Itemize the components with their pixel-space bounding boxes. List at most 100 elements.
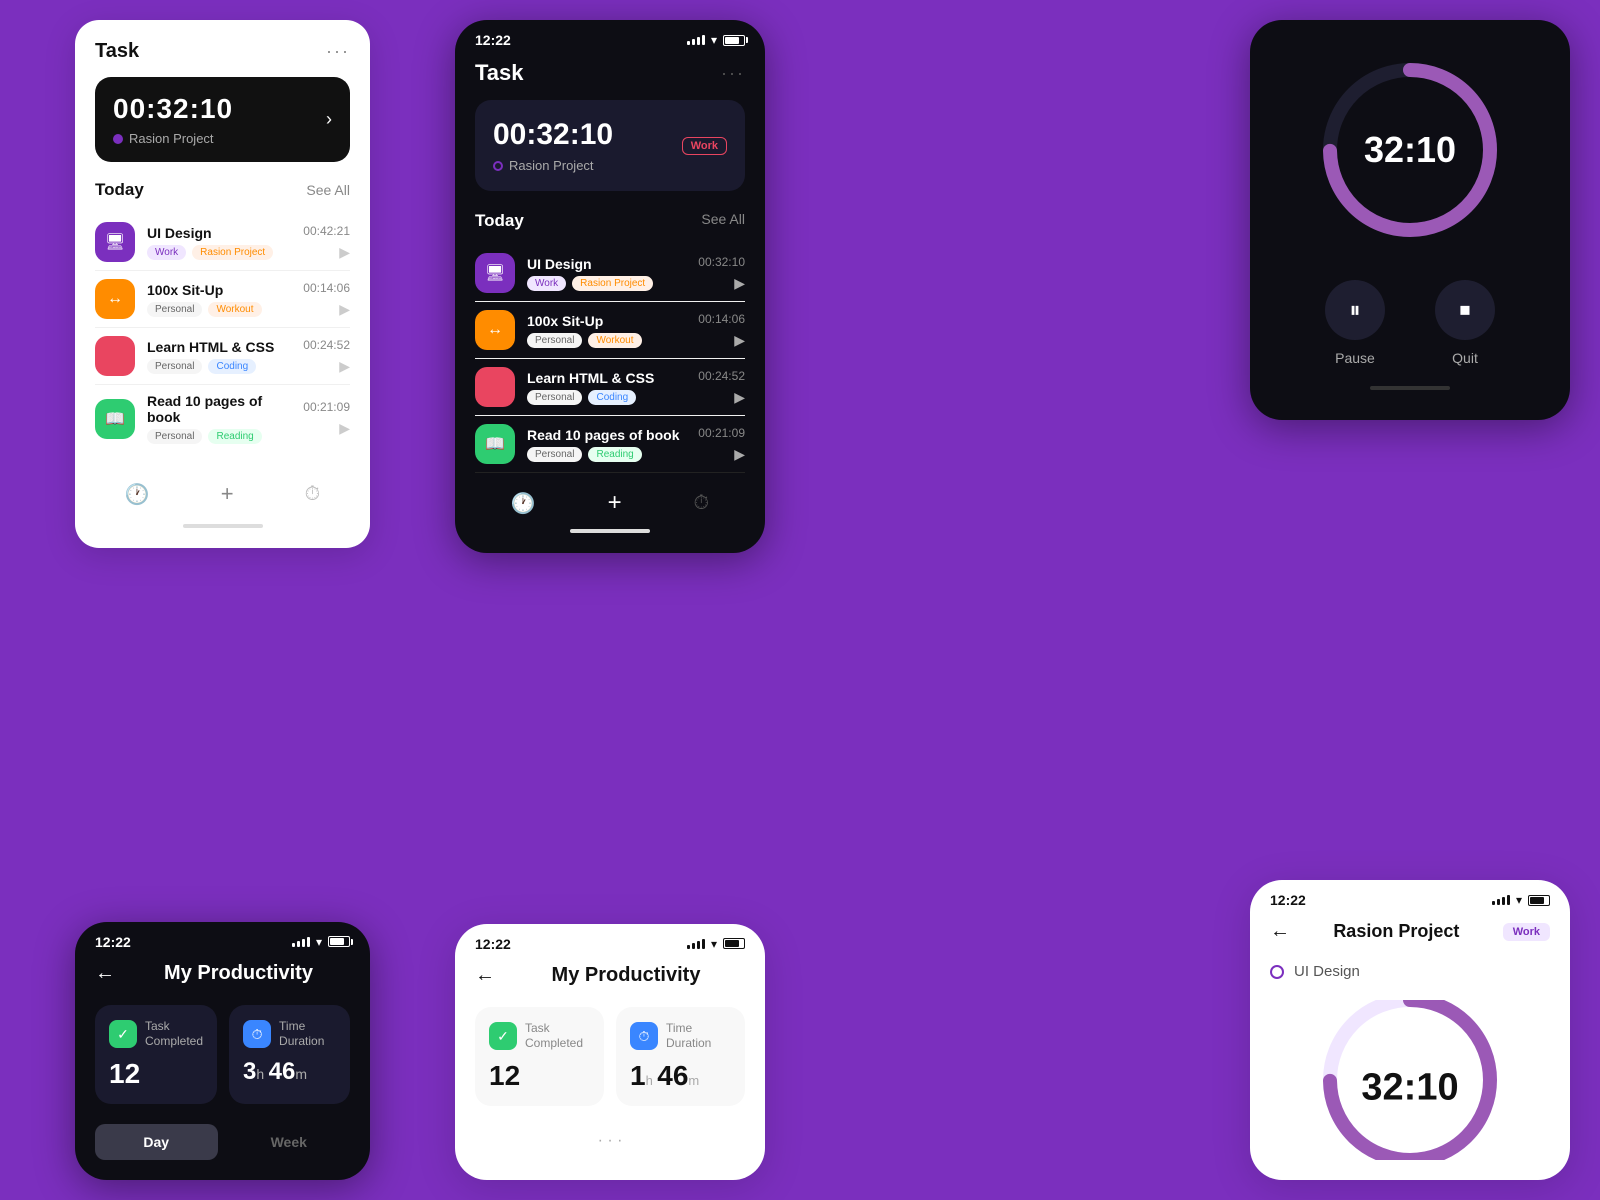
task-right: 00:21:09 ▶	[698, 426, 745, 463]
panel6-battery-fill	[1530, 897, 1544, 904]
panel2-see-all[interactable]: See All	[701, 211, 745, 231]
signal-bar-1	[687, 41, 690, 45]
panel5-stats-cards: ✓ Task Completed 12 ⏱ Time Duration 1h 4…	[475, 1007, 745, 1106]
panel2-project-name: Rasion Project	[509, 158, 594, 173]
panel1-project-name: Rasion Project	[129, 131, 214, 146]
panel1-nav-clock-icon[interactable]: 🕐	[125, 482, 150, 507]
panel6-signal-icon	[1492, 895, 1510, 905]
task-icon	[95, 336, 135, 376]
panel3-pause-control: ⏸ Pause	[1325, 280, 1385, 366]
panel1-chevron-icon[interactable]: ›	[326, 109, 332, 130]
panel6-timer-display: 32:10	[1361, 1067, 1458, 1110]
panel1-timer-display: 00:32:10	[113, 93, 233, 125]
panel3-pause-button[interactable]: ⏸	[1325, 280, 1385, 340]
task-time: 00:14:06	[698, 312, 745, 326]
task-item: 📖 Read 10 pages of book PersonalReading …	[95, 385, 350, 452]
panel4-task-completed-value: 12	[109, 1058, 203, 1090]
panel5-status-bar: 12:22 ▾	[455, 924, 765, 958]
task-icon: 📖	[95, 399, 135, 439]
task-name: Read 10 pages of book	[147, 393, 291, 425]
task-tag: Personal	[527, 333, 582, 348]
panel5-time-duration-card: ⏱ Time Duration 1h 46m	[616, 1007, 745, 1106]
task-play-button[interactable]: ▶	[303, 420, 350, 437]
task-icon: 🖥	[475, 253, 515, 293]
task-right: 00:21:09 ▶	[303, 400, 350, 437]
panel2-status-time: 12:22	[475, 32, 511, 48]
task-play-button[interactable]: ▶	[698, 389, 745, 406]
panel4-day-button[interactable]: Day	[95, 1124, 218, 1160]
panel1-nav-history-icon[interactable]: ⏱	[305, 483, 321, 506]
task-play-button[interactable]: ▶	[303, 358, 350, 375]
panel6-back-button[interactable]: ←	[1270, 920, 1290, 943]
panel6-title: Rasion Project	[1300, 921, 1493, 942]
panel2-scroll-indicator	[570, 529, 650, 533]
panel4-status-bar: 12:22 ▾	[75, 922, 370, 956]
panel4-battery-fill	[330, 938, 344, 945]
panel1-today-label: Today	[95, 180, 144, 200]
panel-task-white: Task ··· 00:32:10 Rasion Project › Today…	[75, 20, 370, 548]
panel5-title: My Productivity	[507, 964, 745, 987]
task-info: 100x Sit-Up PersonalWorkout	[147, 282, 291, 317]
panel1-nav-add-icon[interactable]: +	[209, 476, 245, 512]
task-tag: Personal	[527, 447, 582, 462]
task-right: 00:14:06 ▶	[303, 281, 350, 318]
panel4-battery-icon	[328, 936, 350, 947]
panel5-check-icon: ✓	[489, 1022, 517, 1050]
task-right: 00:24:52 ▶	[303, 338, 350, 375]
panel5-signal-icon	[687, 939, 705, 949]
panel3-controls: ⏸ Pause ⏹ Quit	[1270, 280, 1550, 366]
panel4-time-value: 3h 46m	[243, 1058, 336, 1086]
task-play-button[interactable]: ▶	[303, 244, 350, 261]
panel3-pause-label: Pause	[1335, 350, 1375, 366]
panel3-quit-control: ⏹ Quit	[1435, 280, 1495, 366]
panel-timer-dark: 32:10 ⏸ Pause ⏹ Quit	[1250, 20, 1570, 420]
panel1-see-all[interactable]: See All	[306, 182, 350, 198]
panel2-task-list: 🖥 UI Design WorkRasion Project 00:32:10 …	[475, 245, 745, 472]
panel6-status-bar: 12:22 ▾	[1250, 880, 1570, 914]
panel3-quit-button[interactable]: ⏹	[1435, 280, 1495, 340]
panel1-timer-card[interactable]: 00:32:10 Rasion Project ›	[95, 77, 350, 162]
task-play-button[interactable]: ▶	[698, 275, 745, 292]
task-name: Learn HTML & CSS	[147, 339, 291, 355]
panel4-time-hours: 3	[243, 1058, 256, 1085]
panel6-circle-container: 32:10	[1270, 1000, 1550, 1160]
panel2-bottom-nav: 🕐 + ⏱	[475, 472, 745, 517]
task-tag: Workout	[208, 302, 261, 317]
panel5-task-completed-value: 12	[489, 1060, 590, 1092]
task-tag: Work	[147, 245, 186, 260]
panel5-back-button[interactable]: ←	[475, 964, 495, 987]
panel2-signal-icon	[687, 35, 705, 45]
panel6-task-circle-icon	[1270, 965, 1284, 979]
panel4-week-button[interactable]: Week	[228, 1124, 351, 1160]
panel-productivity-dark: 12:22 ▾ ← My Productivity ✓ Task Complet…	[75, 922, 370, 1180]
panel2-title: Task	[475, 60, 524, 86]
task-info: Learn HTML & CSS PersonalCoding	[527, 370, 686, 405]
panel2-timer-card[interactable]: 00:32:10 Rasion Project Work	[475, 100, 745, 191]
panel2-nav-add-icon[interactable]: +	[608, 489, 622, 517]
task-name: 100x Sit-Up	[527, 313, 686, 329]
panel6-task-row: UI Design	[1270, 963, 1550, 980]
panel4-time-duration-card: ⏱ Time Duration 3h 46m	[229, 1005, 350, 1104]
panel5-h-unit: h	[646, 1073, 653, 1088]
panel4-title: My Productivity	[127, 962, 350, 985]
panel5-cutoff-indicator: · · ·	[475, 1122, 745, 1160]
task-tag: Rasion Project	[572, 276, 653, 291]
panel2-menu-dots[interactable]: ···	[721, 63, 745, 84]
panel2-nav-clock-icon[interactable]: 🕐	[511, 491, 536, 516]
panel5-status-time: 12:22	[475, 936, 511, 952]
task-item: 🖥 UI Design WorkRasion Project 00:32:10 …	[475, 245, 745, 302]
panel1-menu-dots[interactable]: ···	[326, 41, 350, 62]
task-name: Read 10 pages of book	[527, 427, 686, 443]
task-tags: PersonalReading	[147, 429, 291, 444]
task-item: 🖥 UI Design WorkRasion Project 00:42:21 …	[95, 214, 350, 271]
panel4-back-button[interactable]: ←	[95, 962, 115, 985]
panel1-bottom-nav: 🕐 + ⏱	[95, 460, 350, 512]
panel6-circle-wrapper: 32:10	[1310, 1000, 1510, 1160]
task-play-button[interactable]: ▶	[698, 332, 745, 349]
task-play-button[interactable]: ▶	[698, 446, 745, 463]
task-play-button[interactable]: ▶	[303, 301, 350, 318]
task-time: 00:24:52	[303, 338, 350, 352]
panel5-wifi-icon: ▾	[711, 937, 717, 951]
panel2-nav-history-icon[interactable]: ⏱	[693, 492, 709, 515]
panel4-time-duration-label: Time Duration	[279, 1019, 324, 1050]
